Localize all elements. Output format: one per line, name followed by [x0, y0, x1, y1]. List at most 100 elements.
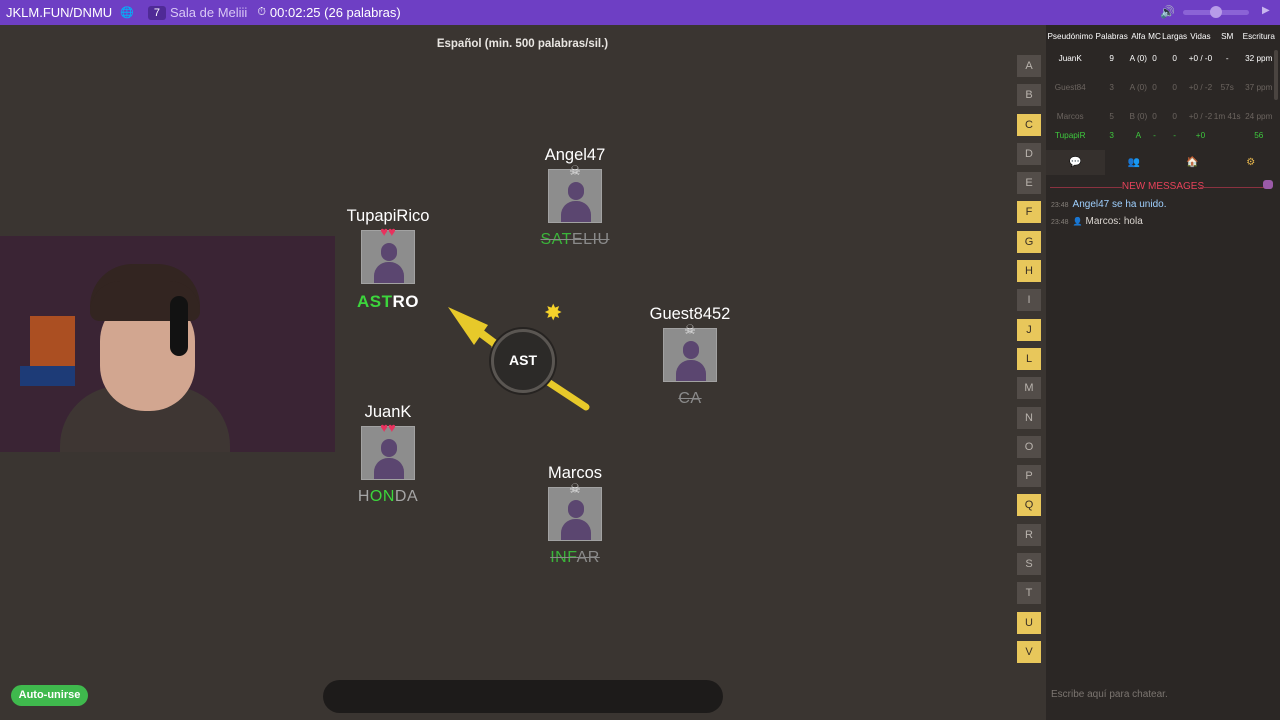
tab-room[interactable]: 🏠 [1163, 150, 1222, 175]
top-bar: JKLM.FUN/DNMU 🌐 7 Sala de Meliii ⏱ 00:02… [0, 0, 1280, 25]
letter-l: L [1017, 347, 1041, 370]
player-tupapirico: TupapiRico ♥♥ ASTRO [318, 207, 458, 312]
table-cell: B (0) [1129, 112, 1148, 121]
table-row: TupapiR 3 A - - +0 56 [1046, 131, 1276, 140]
player-word: INFAR [550, 549, 600, 566]
play-icon[interactable]: ▶ [1262, 5, 1270, 16]
round-timer: 00:02:25 (26 palabras) [269, 5, 401, 20]
letter-c: C [1017, 113, 1041, 136]
tab-players[interactable]: 👥 [1105, 150, 1164, 175]
table-cell: 24 ppm [1245, 112, 1273, 121]
column-header: Pseudónimo [1047, 31, 1093, 41]
star-icon: ✸ [544, 300, 563, 325]
table-row: Marcos 5 B (0) 0 0 +0 / -2 1m 41s 24 ppm [1046, 102, 1276, 131]
table-cell: A (0) [1129, 83, 1147, 92]
bonus-letters: ABCDEFGHIJLMNOPQRSTUV [1017, 55, 1041, 670]
hearts-icon: ♥♥ [380, 224, 396, 239]
chat-message: 23:48 Angel47 se ha unido. [1051, 199, 1167, 210]
chat-icon [1263, 180, 1273, 189]
table-cell: JuanK [1058, 54, 1082, 63]
skull-icon: ☠ [569, 163, 581, 178]
player-juank: JuanK ♥♥ HONDA [318, 403, 458, 506]
letter-q: Q [1017, 494, 1041, 517]
player-count-badge: 7 [147, 5, 166, 20]
table-cell: 0 [1152, 83, 1157, 92]
table-cell: 32 ppm [1245, 54, 1273, 63]
globe-icon: 🌐 [120, 7, 134, 19]
table-row: Guest84 3 A (0) 0 0 +0 / -2 57s 37 ppm [1046, 73, 1276, 102]
volume-icon[interactable]: 🔊 [1160, 5, 1175, 19]
player-angel47: Angel47 ☠ SATELIU [505, 146, 645, 249]
table-cell: 5 [1109, 112, 1114, 121]
table-cell: 57s [1220, 83, 1234, 92]
letter-t: T [1017, 582, 1041, 605]
word-input[interactable] [323, 680, 723, 713]
user-icon: 👤 [1072, 217, 1083, 226]
room-code[interactable]: JKLM.FUN/DNMU [6, 5, 112, 20]
player-word: SATELIU [540, 231, 610, 248]
letter-n: N [1017, 406, 1041, 429]
room-name: Sala de Meliii [170, 5, 248, 20]
syllable-prompt: AST [509, 352, 537, 368]
volume-slider-knob[interactable] [1210, 6, 1222, 18]
table-cell: TupapiR [1054, 131, 1086, 140]
table-cell: +0 / -0 [1188, 54, 1213, 63]
table-cell: 37 ppm [1245, 83, 1273, 92]
chat-message: 23:48 👤 Marcos: hola [1051, 216, 1143, 227]
column-header: Escritura [1242, 31, 1275, 41]
letter-v: V [1017, 640, 1041, 663]
letter-e: E [1017, 172, 1041, 195]
letter-s: S [1017, 553, 1041, 576]
skull-icon: ☠ [684, 322, 696, 337]
player-marcos: Marcos ☠ INFAR [505, 464, 645, 567]
auto-join-button[interactable]: Auto-unirse [11, 685, 88, 706]
table-cell: 1m 41s [1213, 112, 1241, 121]
table-cell: +0 / -2 [1188, 112, 1213, 121]
letter-f: F [1017, 201, 1041, 224]
hearts-icon: ♥♥ [380, 420, 396, 435]
webcam-overlay [0, 236, 335, 452]
scoreboard: Pseudónimo Palabras Alfa MC Largas Vidas SM Esc… [1046, 28, 1276, 141]
new-messages-divider: NEW MESSAGES [1046, 181, 1280, 192]
table-cell: 3 [1109, 83, 1114, 92]
table-cell [1213, 131, 1242, 140]
scrollbar[interactable] [1274, 50, 1278, 100]
player-word: ASTRO [357, 292, 419, 311]
table-cell: +0 [1195, 131, 1206, 140]
column-header: Palabras [1095, 31, 1128, 41]
letter-j: J [1017, 318, 1041, 341]
column-header: Vidas [1190, 31, 1211, 41]
letter-a: A [1017, 55, 1041, 77]
tab-chat[interactable]: 💬 [1046, 150, 1105, 175]
table-cell: 0 [1152, 112, 1157, 121]
table-cell: - [1225, 54, 1229, 63]
language-label: Español (min. 500 palabras/sil.) [436, 38, 609, 50]
table-row: JuanK 9 A (0) 0 0 +0 / -0 - 32 ppm [1046, 44, 1276, 73]
chat-input[interactable]: Escribe aquí para chatear. [1051, 689, 1168, 700]
table-cell: 0 [1172, 83, 1177, 92]
table-cell: 0 [1172, 54, 1177, 63]
letter-b: B [1017, 84, 1041, 107]
table-cell: A [1135, 131, 1142, 140]
player-word: HONDA [357, 488, 419, 505]
letter-m: M [1017, 377, 1041, 400]
letter-d: D [1017, 142, 1041, 165]
table-cell: +0 / -2 [1188, 83, 1213, 92]
player-guest8452: Guest8452 ☠ CA [620, 305, 760, 408]
table-cell: 56 [1254, 131, 1264, 140]
table-cell: 0 [1172, 112, 1177, 121]
letter-o: O [1017, 435, 1041, 458]
table-cell: - [1153, 131, 1156, 140]
table-cell: A (0) [1129, 54, 1147, 63]
tab-settings[interactable]: ⚙ [1222, 150, 1280, 175]
table-cell: 0 [1152, 54, 1157, 63]
column-header: Largas [1162, 31, 1188, 41]
column-header: MC [1148, 31, 1161, 41]
table-cell: 3 [1109, 131, 1114, 140]
skull-icon: ☠ [569, 481, 581, 496]
letter-r: R [1017, 523, 1041, 546]
table-cell: 9 [1109, 54, 1114, 63]
letter-g: G [1017, 230, 1041, 253]
table-cell: - [1173, 131, 1176, 140]
letter-p: P [1017, 465, 1041, 488]
